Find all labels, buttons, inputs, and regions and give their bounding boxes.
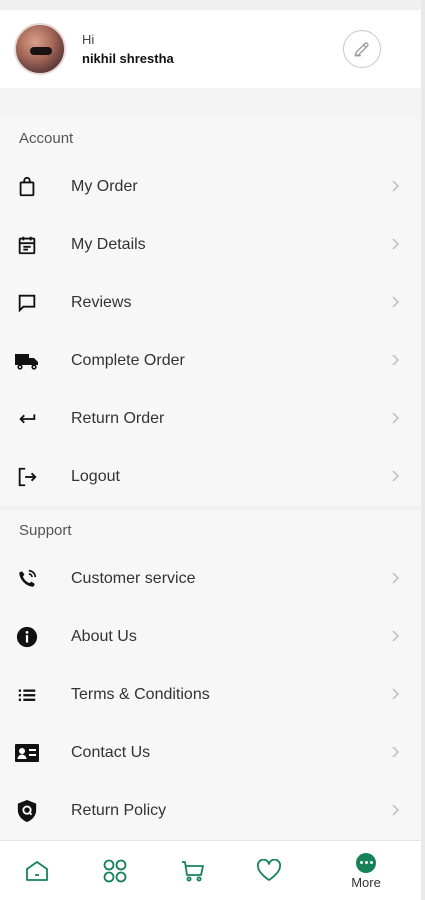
chevron-right-icon	[391, 745, 401, 764]
nav-more-label: More	[351, 874, 381, 890]
chevron-right-icon	[391, 353, 401, 372]
nav-home[interactable]	[20, 841, 54, 900]
shopping-bag-icon	[14, 174, 40, 200]
calendar-icon	[14, 232, 40, 258]
menu-item-label: About Us	[71, 628, 137, 645]
return-arrow-icon	[14, 406, 40, 432]
chevron-right-icon	[391, 571, 401, 590]
shield-icon	[14, 798, 40, 824]
menu-item-logout[interactable]: Logout	[0, 448, 421, 506]
cart-icon	[182, 861, 204, 882]
contact-card-icon	[14, 740, 40, 766]
info-icon	[14, 624, 40, 650]
edit-profile-button[interactable]	[343, 30, 381, 68]
menu-item-label: Customer service	[71, 570, 196, 587]
chevron-right-icon	[391, 629, 401, 648]
chevron-right-icon	[391, 411, 401, 430]
chevron-right-icon	[391, 237, 401, 256]
nav-wishlist[interactable]	[252, 841, 286, 900]
grid-icon	[103, 859, 127, 883]
more-icon	[356, 852, 376, 873]
menu-item-label: Return Order	[71, 410, 165, 427]
chevron-right-icon	[391, 803, 401, 822]
menu-item-label: My Details	[71, 236, 146, 253]
user-name: nikhil shrestha	[82, 51, 174, 66]
greeting-text: Hi	[82, 32, 95, 47]
menu-item-contact-us[interactable]: Contact Us	[0, 724, 421, 782]
truck-icon	[14, 348, 40, 374]
menu-list: Account My Order My Details Reviews Comp…	[0, 118, 421, 840]
menu-item-customer-service[interactable]: Customer service	[0, 550, 421, 608]
menu-item-my-order[interactable]: My Order	[0, 158, 421, 216]
menu-item-terms-conditions[interactable]: Terms & Conditions	[0, 666, 421, 724]
list-icon	[14, 682, 40, 708]
chevron-right-icon	[391, 179, 401, 198]
edit-icon	[354, 42, 369, 57]
nav-cart[interactable]	[176, 841, 210, 900]
bottom-nav: More	[0, 840, 425, 900]
home-icon	[26, 861, 48, 881]
section-title-account: Account	[19, 129, 74, 147]
menu-item-label: Logout	[71, 468, 120, 485]
logout-icon	[14, 464, 40, 490]
top-strip	[0, 0, 425, 10]
chevron-right-icon	[391, 687, 401, 706]
menu-item-label: My Order	[71, 178, 138, 195]
menu-item-return-policy[interactable]: Return Policy	[0, 782, 421, 840]
menu-item-label: Contact Us	[71, 744, 151, 761]
chevron-right-icon	[391, 469, 401, 488]
spacer	[0, 88, 425, 118]
menu-item-complete-order[interactable]: Complete Order	[0, 332, 421, 390]
menu-item-label: Return Policy	[71, 802, 167, 819]
nav-more[interactable]: More	[342, 841, 390, 900]
menu-item-my-details[interactable]: My Details	[0, 216, 421, 274]
heart-icon	[257, 859, 281, 881]
menu-item-label: Terms & Conditions	[71, 686, 210, 703]
nav-categories[interactable]	[98, 841, 132, 900]
menu-item-label: Complete Order	[71, 352, 185, 369]
menu-item-return-order[interactable]: Return Order	[0, 390, 421, 448]
avatar[interactable]	[14, 23, 66, 75]
section-title-support: Support	[19, 521, 72, 539]
scroll-edge	[421, 0, 425, 900]
chat-bubble-icon	[14, 290, 40, 316]
menu-item-about-us[interactable]: About Us	[0, 608, 421, 666]
menu-item-reviews[interactable]: Reviews	[0, 274, 421, 332]
profile-header: Hi nikhil shrestha	[0, 10, 425, 88]
phone-icon	[14, 566, 40, 592]
chevron-right-icon	[391, 295, 401, 314]
greeting-block: Hi nikhil shrestha	[82, 32, 174, 66]
menu-item-label: Reviews	[71, 294, 132, 311]
